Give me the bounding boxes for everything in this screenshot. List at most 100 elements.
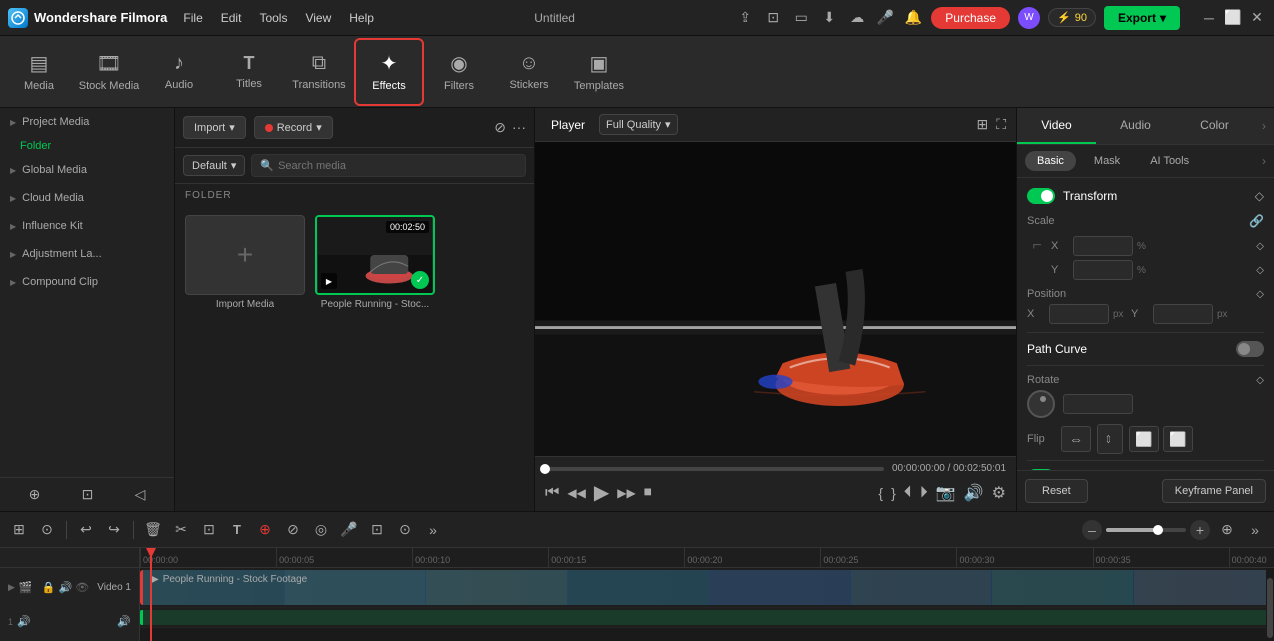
tl-layout-icon[interactable]: ⊞ — [8, 519, 30, 541]
subtab-ai-tools[interactable]: AI Tools — [1138, 151, 1201, 171]
scale-y-input[interactable]: 100.00 — [1073, 260, 1133, 280]
position-keyframe-icon[interactable]: ◇ — [1256, 289, 1264, 300]
tl-speed-icon[interactable]: ◎ — [310, 519, 332, 541]
close-button[interactable]: ✕ — [1248, 9, 1266, 27]
progress-handle[interactable] — [540, 464, 550, 474]
zoom-handle[interactable] — [1153, 525, 1163, 535]
path-curve-toggle[interactable] — [1236, 341, 1264, 357]
tab-media[interactable]: ▤ Media — [4, 38, 74, 106]
progress-bar[interactable] — [545, 467, 884, 471]
coins-display[interactable]: ⚡ 90 — [1048, 8, 1096, 27]
compositing-toggle[interactable] — [1027, 469, 1055, 470]
subtab-mask[interactable]: Mask — [1082, 151, 1132, 171]
rotate-input[interactable]: 0.00° — [1063, 394, 1133, 414]
tab-stock-media[interactable]: 🎞 Stock Media — [74, 38, 144, 106]
rotate-keyframe-icon[interactable]: ◇ — [1256, 375, 1264, 386]
filter-media-icon[interactable]: ⊘ — [494, 119, 506, 136]
flip-horizontal-button[interactable]: ⇔ — [1061, 426, 1091, 452]
pos-y-input[interactable]: 0.00 — [1153, 304, 1213, 324]
flip-v-icon[interactable]: ⬜ — [1163, 426, 1193, 452]
zoom-slider[interactable] — [1106, 528, 1186, 532]
right-tabs-more-icon[interactable]: › — [1254, 108, 1274, 144]
avatar[interactable]: W — [1018, 7, 1040, 29]
cloud-icon[interactable]: ☁ — [847, 8, 867, 28]
import-media-item[interactable]: + Import Media — [185, 215, 305, 310]
tl-magnet-icon[interactable]: ⊙ — [36, 519, 58, 541]
frame-forward-button[interactable]: ▶▶ — [617, 486, 635, 500]
video-media-item[interactable]: 00:02:50 ▶ ✓ People Running - Stoc... — [315, 215, 435, 310]
tl-fit-icon[interactable]: ⊕ — [1216, 519, 1238, 541]
snapshot-icon[interactable]: 📷 — [936, 483, 956, 503]
tab-audio[interactable]: Audio — [1096, 108, 1175, 144]
tab-stickers[interactable]: ☺ Stickers — [494, 38, 564, 106]
tab-templates[interactable]: ▣ Templates — [564, 38, 634, 106]
frame-back-button[interactable]: ◀◀ — [567, 486, 585, 500]
clip-prev-icon[interactable]: ⏴ — [904, 484, 912, 502]
play-button[interactable]: ▶ — [594, 480, 609, 505]
menu-edit[interactable]: Edit — [221, 11, 242, 25]
stop-button[interactable]: ⏹ — [644, 484, 652, 502]
scale-x-input[interactable]: 100.00 — [1073, 236, 1133, 256]
menu-help[interactable]: Help — [349, 11, 374, 25]
search-box[interactable]: 🔍 — [251, 154, 526, 177]
tl-captions-icon[interactable]: ⊡ — [366, 519, 388, 541]
video-track[interactable]: ▶ People Running - Stock Footage — [140, 568, 1274, 608]
tl-more-icon[interactable]: » — [422, 519, 444, 541]
search-input[interactable] — [278, 160, 517, 172]
record-button[interactable]: Record ▾ — [254, 116, 333, 139]
menu-view[interactable]: View — [305, 11, 331, 25]
sidebar-item-folder[interactable]: Folder — [0, 136, 174, 156]
lock-track-icon[interactable]: 🔒 — [42, 581, 56, 594]
fullscreen-icon[interactable]: ⛶ — [996, 116, 1006, 133]
tl-color-icon[interactable]: ⊙ — [394, 519, 416, 541]
audio-track[interactable] — [140, 608, 1274, 628]
purchase-button[interactable]: Purchase — [931, 7, 1010, 29]
transform-toggle[interactable] — [1027, 188, 1055, 204]
sidebar-item-global-media[interactable]: ▶ Global Media — [0, 156, 174, 184]
tl-text-icon[interactable]: T — [226, 519, 248, 541]
devices-icon[interactable]: ⊡ — [763, 8, 783, 28]
clip-next-icon[interactable]: ⏵ — [920, 484, 928, 502]
mute-track-icon[interactable]: 🔊 — [59, 581, 73, 594]
maximize-button[interactable]: ⬜ — [1224, 9, 1242, 27]
sidebar-item-cloud-media[interactable]: ▶ Cloud Media — [0, 184, 174, 212]
transform-keyframe-icon[interactable]: ◇ — [1255, 189, 1264, 203]
collapse-panel-icon[interactable]: ◁ — [135, 486, 146, 503]
video-clip[interactable]: ▶ People Running - Stock Footage — [140, 570, 1274, 605]
sidebar-item-project-media[interactable]: ▶ Project Media — [0, 108, 174, 136]
tab-audio[interactable]: ♪ Audio — [144, 38, 214, 106]
reset-button[interactable]: Reset — [1025, 479, 1088, 503]
add-folder-icon[interactable]: ⊕ — [29, 486, 41, 503]
keyframe-panel-button[interactable]: Keyframe Panel — [1162, 479, 1266, 503]
mark-in-icon[interactable]: { — [878, 485, 883, 501]
volume-icon[interactable]: 🔊 — [964, 483, 984, 503]
tl-undo-icon[interactable]: ↩ — [75, 519, 97, 541]
import-icon[interactable]: ⬇ — [819, 8, 839, 28]
tl-redo-icon[interactable]: ↪ — [103, 519, 125, 541]
scale-x-keyframe-icon[interactable]: ◇ — [1256, 241, 1264, 252]
zoom-out-button[interactable]: – — [1082, 520, 1102, 540]
timeline-scrollbar[interactable] — [1266, 568, 1274, 641]
player-tab[interactable]: Player — [545, 116, 591, 134]
tl-overflow-icon[interactable]: » — [1244, 519, 1266, 541]
tl-voice-icon[interactable]: 🎤 — [338, 519, 360, 541]
mark-out-icon[interactable]: } — [891, 485, 896, 501]
mic-icon[interactable]: 🎤 — [875, 8, 895, 28]
tl-delete-icon[interactable]: 🗑 — [142, 519, 164, 541]
tab-titles[interactable]: T Titles — [214, 38, 284, 106]
remove-folder-icon[interactable]: ⊡ — [82, 486, 94, 503]
tab-effects[interactable]: ✦ Effects — [354, 38, 424, 106]
menu-file[interactable]: File — [183, 11, 202, 25]
tab-transitions[interactable]: ⧉ Transitions — [284, 38, 354, 106]
audio-clip[interactable] — [140, 610, 1274, 625]
scale-y-keyframe-icon[interactable]: ◇ — [1256, 265, 1264, 276]
sidebar-item-adjustment-layer[interactable]: ▶ Adjustment La... — [0, 240, 174, 268]
tl-split-icon[interactable]: ⊘ — [282, 519, 304, 541]
rotate-dial[interactable] — [1027, 390, 1055, 418]
export-button[interactable]: Export ▾ — [1104, 6, 1180, 30]
tl-crop-icon[interactable]: ⊡ — [198, 519, 220, 541]
sidebar-item-compound-clip[interactable]: ▶ Compound Clip — [0, 268, 174, 296]
quality-select[interactable]: Full Quality ▾ — [599, 114, 678, 135]
default-sort-button[interactable]: Default ▾ — [183, 155, 245, 176]
zoom-in-button[interactable]: + — [1190, 520, 1210, 540]
